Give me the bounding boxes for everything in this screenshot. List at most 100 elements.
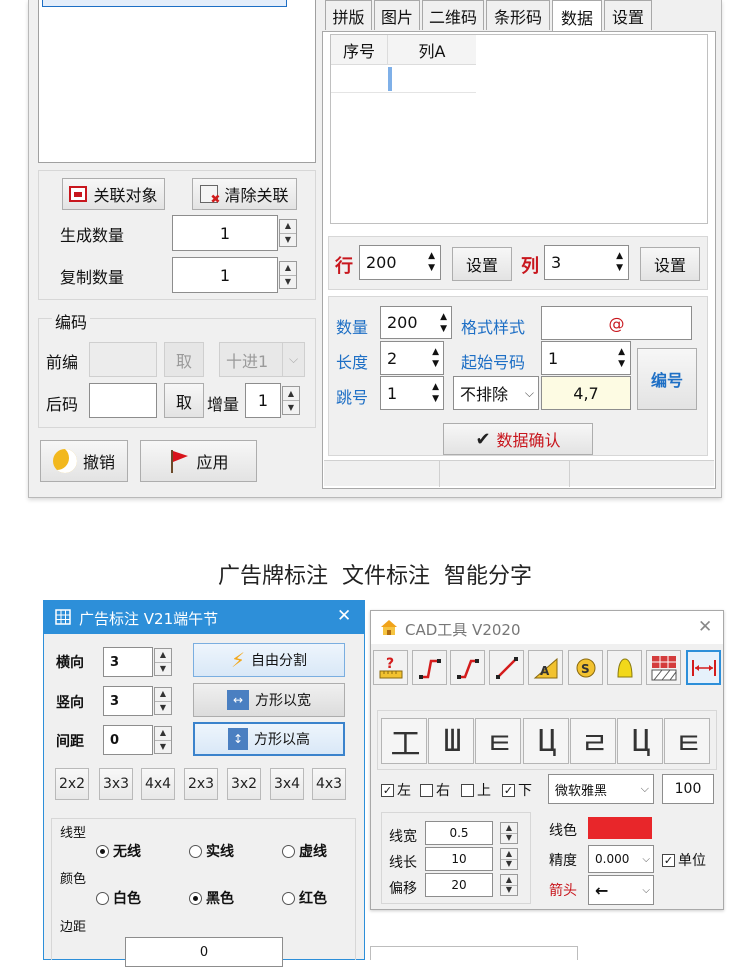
horizontal-spinner[interactable]: ▲ ▼ [154,648,172,676]
col-spinner[interactable]: ▲ ▼ [616,250,623,274]
shape-button-3[interactable]: ㅌ [475,718,521,764]
precision-select[interactable]: 0.000 ⌵ [588,845,654,873]
column-header-index[interactable]: 序号 [331,35,388,65]
preset-2x3-button[interactable]: 2x3 [184,768,218,800]
suffix-take-button[interactable]: 取 [164,383,204,418]
font-select[interactable]: 微软雅黑 ⌵ [548,774,654,804]
column-header-col-a[interactable]: 列A [388,35,476,65]
preset-2x2-button[interactable]: 2x2 [55,768,89,800]
apply-button[interactable]: 应用 [140,440,257,482]
shape-button-7[interactable]: ㅌ [664,718,710,764]
data-table[interactable]: 序号 列A [330,34,708,224]
line-length-spinner[interactable]: ▲ ▼ [500,848,518,870]
tab-qrcode[interactable]: 二维码 [422,0,484,30]
generate-count-input[interactable]: 1 [172,215,278,251]
line-width-input[interactable]: 0.5 [425,821,493,845]
check-left[interactable]: ✓ 左 [381,780,411,800]
length-spinner[interactable]: ▲ ▼ [432,346,439,370]
line-type-dashed-radio[interactable]: 虚线 [282,841,327,861]
tab-settings[interactable]: 设置 [604,0,652,30]
col-input[interactable]: 3 ▲ ▼ [544,245,629,280]
generate-count-spinner[interactable]: ▲ ▼ [279,219,297,247]
shape-button-5[interactable]: ㄹ [570,718,616,764]
dimension-tool-button[interactable] [686,650,721,685]
vertical-spinner[interactable]: ▲ ▼ [154,687,172,715]
col-set-button[interactable]: 设置 [640,247,700,281]
line-color-swatch[interactable] [588,817,652,839]
shape-button-1[interactable]: 工 [381,718,427,764]
undo-button[interactable]: 撤销 [40,440,128,482]
step-line-alt-tool-button[interactable] [450,650,485,685]
skip-input[interactable]: 1 ▲ ▼ [380,376,444,410]
shape-button-4[interactable]: Ц [523,718,569,764]
length-input[interactable]: 2 ▲ ▼ [380,341,444,375]
offset-input[interactable]: 20 [425,873,493,897]
copy-count-spinner[interactable]: ▲ ▼ [279,261,297,289]
line-type-no-line-radio[interactable]: 无线 [96,841,141,861]
square-width-button[interactable]: ↔ 方形以宽 [193,683,345,717]
suffix-input[interactable] [89,383,157,418]
table-row[interactable] [331,65,476,93]
margin-input[interactable]: 0 [125,937,283,967]
exclude-digits-input[interactable]: 4,7 [541,376,631,410]
prefix-radix-select[interactable]: 十进1 ⌵ [219,342,305,377]
prefix-input[interactable] [89,342,157,377]
color-black-radio[interactable]: 黑色 [189,888,234,908]
line-length-input[interactable]: 10 [425,847,493,871]
left-list-box[interactable] [38,0,316,163]
offset-spinner[interactable]: ▲ ▼ [500,874,518,896]
preset-4x4-button[interactable]: 4x4 [141,768,175,800]
close-icon[interactable]: ✕ [698,617,712,637]
shape-button-2[interactable]: Ш [428,718,474,764]
close-icon[interactable]: ✕ [337,606,351,626]
tab-image[interactable]: 图片 [374,0,420,30]
arrow-select[interactable]: ← ⌵ [588,875,654,905]
check-bottom[interactable]: ✓ 下 [502,780,532,800]
square-height-button[interactable]: ↕ 方形以高 [193,722,345,756]
row-set-button[interactable]: 设置 [452,247,512,281]
color-white-radio[interactable]: 白色 [96,888,141,908]
vertical-input[interactable]: 3 [103,686,153,716]
preset-3x4-button[interactable]: 3x4 [270,768,304,800]
check-right[interactable]: 右 [420,780,450,800]
gap-spinner[interactable]: ▲ ▼ [154,726,172,754]
unit-checkbox[interactable]: ✓ 单位 [662,850,706,870]
prefix-take-button[interactable]: 取 [164,342,204,377]
count-input[interactable]: 200 ▲ ▼ [380,306,452,339]
horizontal-input[interactable]: 3 [103,647,153,677]
gap-input[interactable]: 0 [103,725,153,755]
shape-button-6[interactable]: Ц [617,718,663,764]
tab-layout[interactable]: 拼版 [325,0,372,30]
text-angle-tool-button[interactable]: A [528,650,563,685]
color-red-radio[interactable]: 红色 [282,888,327,908]
increment-spinner[interactable]: ▲ ▼ [282,386,300,415]
format-input[interactable]: @ [541,306,692,340]
tab-barcode[interactable]: 条形码 [486,0,550,30]
link-object-button[interactable]: 关联对象 [62,178,165,210]
hatch-tool-button[interactable] [646,650,681,685]
number-button[interactable]: 编号 [637,348,697,410]
copy-count-input[interactable]: 1 [172,257,278,293]
bell-tool-button[interactable] [607,650,642,685]
check-top[interactable]: 上 [461,780,491,800]
preset-3x2-button[interactable]: 3x2 [227,768,261,800]
exclude-select[interactable]: 不排除 ⌵ [453,376,539,410]
start-spinner[interactable]: ▲ ▼ [618,346,625,370]
clear-link-button[interactable]: ✖ 清除关联 [192,178,297,210]
row-input[interactable]: 200 ▲ ▼ [359,245,441,280]
free-split-button[interactable]: ⚡ 自由分割 [193,643,345,677]
preset-4x3-button[interactable]: 4x3 [312,768,346,800]
line-type-solid-radio[interactable]: 实线 [189,841,234,861]
preset-3x3-button[interactable]: 3x3 [99,768,133,800]
step-line-tool-button[interactable] [412,650,447,685]
count-spinner[interactable]: ▲ ▼ [440,311,447,335]
start-input[interactable]: 1 ▲ ▼ [541,341,631,375]
skip-spinner[interactable]: ▲ ▼ [432,381,439,405]
line-tool-button[interactable] [489,650,524,685]
increment-input[interactable]: 1 [245,383,281,418]
measure-tool-button[interactable]: ? [373,650,408,685]
line-width-spinner[interactable]: ▲ ▼ [500,822,518,844]
tab-data[interactable]: 数据 [552,0,602,32]
data-confirm-button[interactable]: ✔ 数据确认 [443,423,593,455]
reset-tool-button[interactable]: S [568,650,603,685]
